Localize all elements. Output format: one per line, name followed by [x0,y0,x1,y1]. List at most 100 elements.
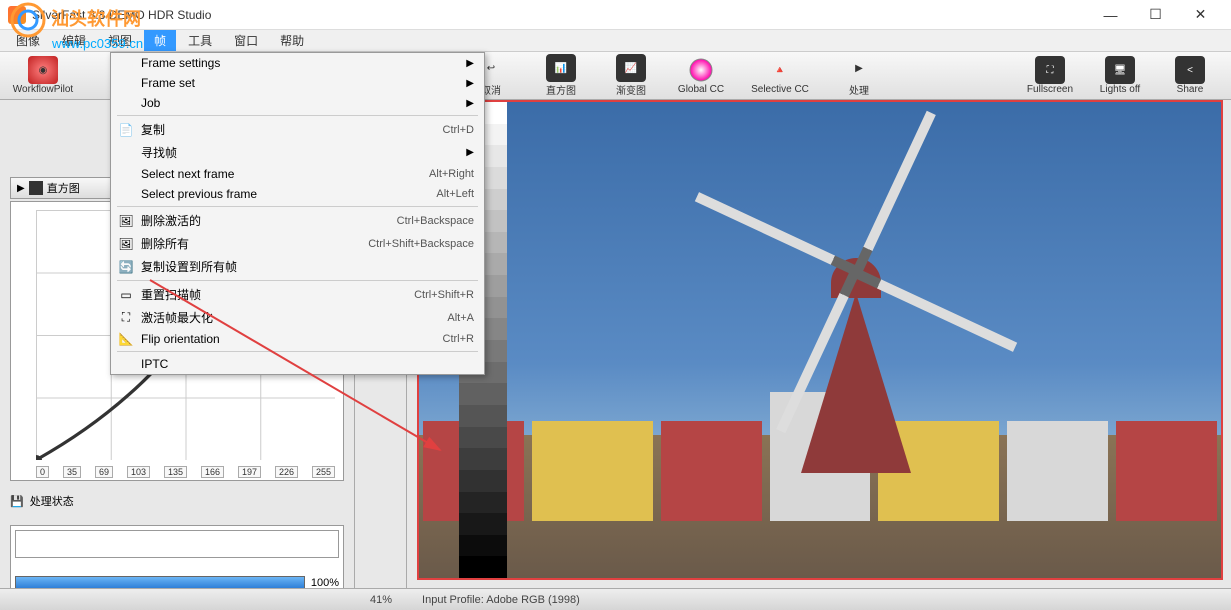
menu-视图[interactable]: 视图 [98,30,142,51]
menu-item-重置扫描帧[interactable]: ▭ 重置扫描帧 Ctrl+Shift+R [111,283,484,306]
process-icon: ▶ [844,54,874,82]
menu-item-shortcut: Ctrl+Backspace [397,215,474,227]
menu-item-icon: ⛶ [117,309,135,327]
menu-item-激活帧最大化[interactable]: ⛶ 激活帧最大化 Alt+A [111,306,484,329]
tick-value: 226 [275,466,298,478]
window-titlebar: SilverFast 8.8 DEMO HDR Studio — ☐ ✕ [0,0,1231,30]
status-bar: 41% Input Profile: Adobe RGB (1998) [0,588,1231,610]
maximize-button[interactable]: ☐ [1133,0,1178,30]
menu-帮助[interactable]: 帮助 [270,30,314,51]
selectivecc-button[interactable]: 🔺 Selective CC [740,56,820,95]
menu-item-shortcut: Ctrl+D [443,124,474,136]
progress-panel: 100% [10,525,344,595]
histogram-icon: 📊 [546,54,576,82]
menu-item-label: 复制 [141,121,165,138]
histogram-button[interactable]: 📊 直方图 [530,54,592,97]
menu-item-label: 寻找帧 [141,144,177,161]
window-title: SilverFast 8.8 DEMO HDR Studio [32,8,1088,22]
menu-item-label: 删除激活的 [141,212,201,229]
submenu-arrow-icon: ▶ [466,58,474,69]
image-viewer[interactable] [407,100,1231,588]
tick-value: 103 [127,466,150,478]
image-frame [417,100,1223,580]
process-status: 💾 处理状态 [10,493,344,509]
menu-item-icon: ▭ [117,286,135,304]
menu-工具[interactable]: 工具 [178,30,222,51]
menu-item-iptc[interactable]: IPTC [111,354,484,374]
menu-item-flip-orientation[interactable]: 📐 Flip orientation Ctrl+R [111,329,484,349]
input-profile: Input Profile: Adobe RGB (1998) [422,594,580,606]
menu-bar: 图像编辑视图帧工具窗口帮助 [0,30,1231,52]
menu-item-shortcut: Alt+A [447,312,474,324]
menu-item-icon: 📄 [117,121,135,139]
tick-value: 0 [36,466,49,478]
menu-item-label: Select next frame [141,167,234,181]
menu-item-label: Job [141,96,160,110]
selectivecc-icon: 🔺 [765,56,795,84]
menu-item-复制设置到所有帧[interactable]: 🔄 复制设置到所有帧 [111,255,484,278]
menu-item-frame-settings[interactable]: Frame settings ▶ [111,53,484,73]
submenu-arrow-icon: ▶ [466,98,474,109]
menu-item-icon: 🖼 [117,235,135,253]
menu-item-select-previous-frame[interactable]: Select previous frame Alt+Left [111,184,484,204]
globalcc-button[interactable]: Global CC [670,56,732,95]
tick-value: 135 [164,466,187,478]
menu-item-icon: 📐 [117,330,135,348]
menu-item-shortcut: Alt+Right [429,168,474,180]
menu-窗口[interactable]: 窗口 [224,30,268,51]
share-button[interactable]: < Share [1159,56,1221,95]
globalcc-icon [686,56,716,84]
menu-item-select-next-frame[interactable]: Select next frame Alt+Right [111,164,484,184]
menu-item-label: Flip orientation [141,332,220,346]
menu-item-label: IPTC [141,357,168,371]
workflowpilot-button[interactable]: ◉ WorkflowPilot [12,56,74,95]
zoom-level: 41% [370,594,392,606]
menu-图像[interactable]: 图像 [6,30,50,51]
tick-value: 255 [312,466,335,478]
lightsoff-button[interactable]: 🖥 Lights off [1089,56,1151,95]
menu-编辑[interactable]: 编辑 [52,30,96,51]
share-icon: < [1175,56,1205,84]
gradient-icon: 📈 [616,54,646,82]
lightsoff-icon: 🖥 [1105,56,1135,84]
menu-item-删除激活的[interactable]: 🖼 删除激活的 Ctrl+Backspace [111,209,484,232]
close-button[interactable]: ✕ [1178,0,1223,30]
menu-item-frame-set[interactable]: Frame set ▶ [111,73,484,93]
menu-item-shortcut: Ctrl+Shift+Backspace [368,238,474,250]
menu-item-label: 重置扫描帧 [141,286,201,303]
menu-帧[interactable]: 帧 [144,30,176,51]
menu-item-复制[interactable]: 📄 复制 Ctrl+D [111,118,484,141]
status-icon: 💾 [10,495,24,508]
fullscreen-icon: ⛶ [1035,56,1065,84]
submenu-arrow-icon: ▶ [466,78,474,89]
app-icon [8,6,26,24]
menu-item-job[interactable]: Job ▶ [111,93,484,113]
tick-value: 69 [95,466,113,478]
menu-item-label: Select previous frame [141,187,257,201]
tick-value: 197 [238,466,261,478]
menu-item-label: 删除所有 [141,235,189,252]
frame-menu: Frame settings ▶ Frame set ▶ Job ▶ 📄 复制 Ctrl+D 寻找… [110,52,485,375]
workflow-icon: ◉ [28,56,58,84]
menu-item-shortcut: Ctrl+Shift+R [414,289,474,301]
menu-item-icon: 🖼 [117,212,135,230]
tick-value: 35 [63,466,81,478]
menu-item-shortcut: Alt+Left [436,188,474,200]
menu-item-寻找帧[interactable]: 寻找帧 ▶ [111,141,484,164]
minimize-button[interactable]: — [1088,0,1133,30]
windmill [756,193,956,473]
menu-item-label: Frame set [141,76,195,90]
menu-item-label: 复制设置到所有帧 [141,258,237,275]
submenu-arrow-icon: ▶ [466,147,474,158]
process-button[interactable]: ▶ 处理 [828,54,890,97]
gradient-button[interactable]: 📈 渐变图 [600,54,662,97]
menu-item-label: 激活帧最大化 [141,309,213,326]
expand-icon: ▶ [17,183,25,194]
histogram-small-icon [29,181,43,195]
menu-item-label: Frame settings [141,56,220,70]
fullscreen-button[interactable]: ⛶ Fullscreen [1019,56,1081,95]
tick-value: 166 [201,466,224,478]
menu-item-删除所有[interactable]: 🖼 删除所有 Ctrl+Shift+Backspace [111,232,484,255]
menu-item-shortcut: Ctrl+R [443,333,474,345]
menu-item-icon: 🔄 [117,258,135,276]
